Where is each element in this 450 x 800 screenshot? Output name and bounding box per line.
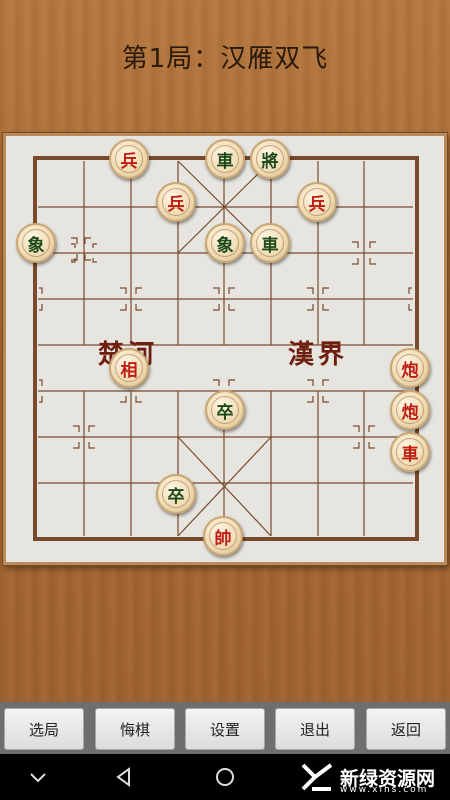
piece-black-jiang[interactable]: 將	[250, 139, 290, 179]
page-title: 第1局：汉雁双飞	[121, 44, 329, 74]
piece-red-shuai[interactable]: 帥	[203, 516, 243, 556]
action-toolbar: 选局 悔棋 设置 退出 返回	[0, 702, 450, 754]
exit-button[interactable]: 退出	[275, 708, 355, 750]
piece-black-xiang-1[interactable]: 象	[16, 223, 56, 263]
piece-red-bing-1[interactable]: 兵	[109, 139, 149, 179]
nav-home-icon[interactable]	[214, 766, 236, 788]
river-label-han-jie: 漢界	[288, 340, 349, 370]
piece-red-pao-1[interactable]: 炮	[390, 348, 430, 388]
piece-red-pao-2[interactable]: 炮	[390, 390, 430, 430]
nav-down-icon[interactable]	[27, 766, 49, 788]
watermark: 新绿资源网 www.xlhs.com	[300, 754, 435, 800]
piece-red-che[interactable]: 車	[390, 432, 430, 472]
select-level-button[interactable]: 选局	[4, 708, 84, 750]
watermark-url: www.xlhs.com	[340, 785, 429, 795]
piece-black-xiang-2[interactable]: 象	[205, 223, 245, 263]
piece-red-bing-2[interactable]: 兵	[156, 182, 196, 222]
settings-button[interactable]: 设置	[185, 708, 265, 750]
piece-black-zu-1[interactable]: 卒	[205, 390, 245, 430]
piece-red-bing-3[interactable]: 兵	[297, 182, 337, 222]
piece-black-che-2[interactable]: 車	[250, 223, 290, 263]
chess-board[interactable]: 楚河 漢界	[3, 133, 447, 565]
back-button[interactable]: 返回	[366, 708, 446, 750]
piece-black-che-1[interactable]: 車	[205, 139, 245, 179]
undo-button[interactable]: 悔棋	[95, 708, 175, 750]
board-grid	[33, 156, 419, 541]
watermark-logo-icon	[301, 763, 333, 791]
piece-black-zu-2[interactable]: 卒	[156, 474, 196, 514]
nav-back-icon[interactable]	[113, 766, 135, 788]
piece-red-xiang[interactable]: 相	[109, 348, 149, 388]
